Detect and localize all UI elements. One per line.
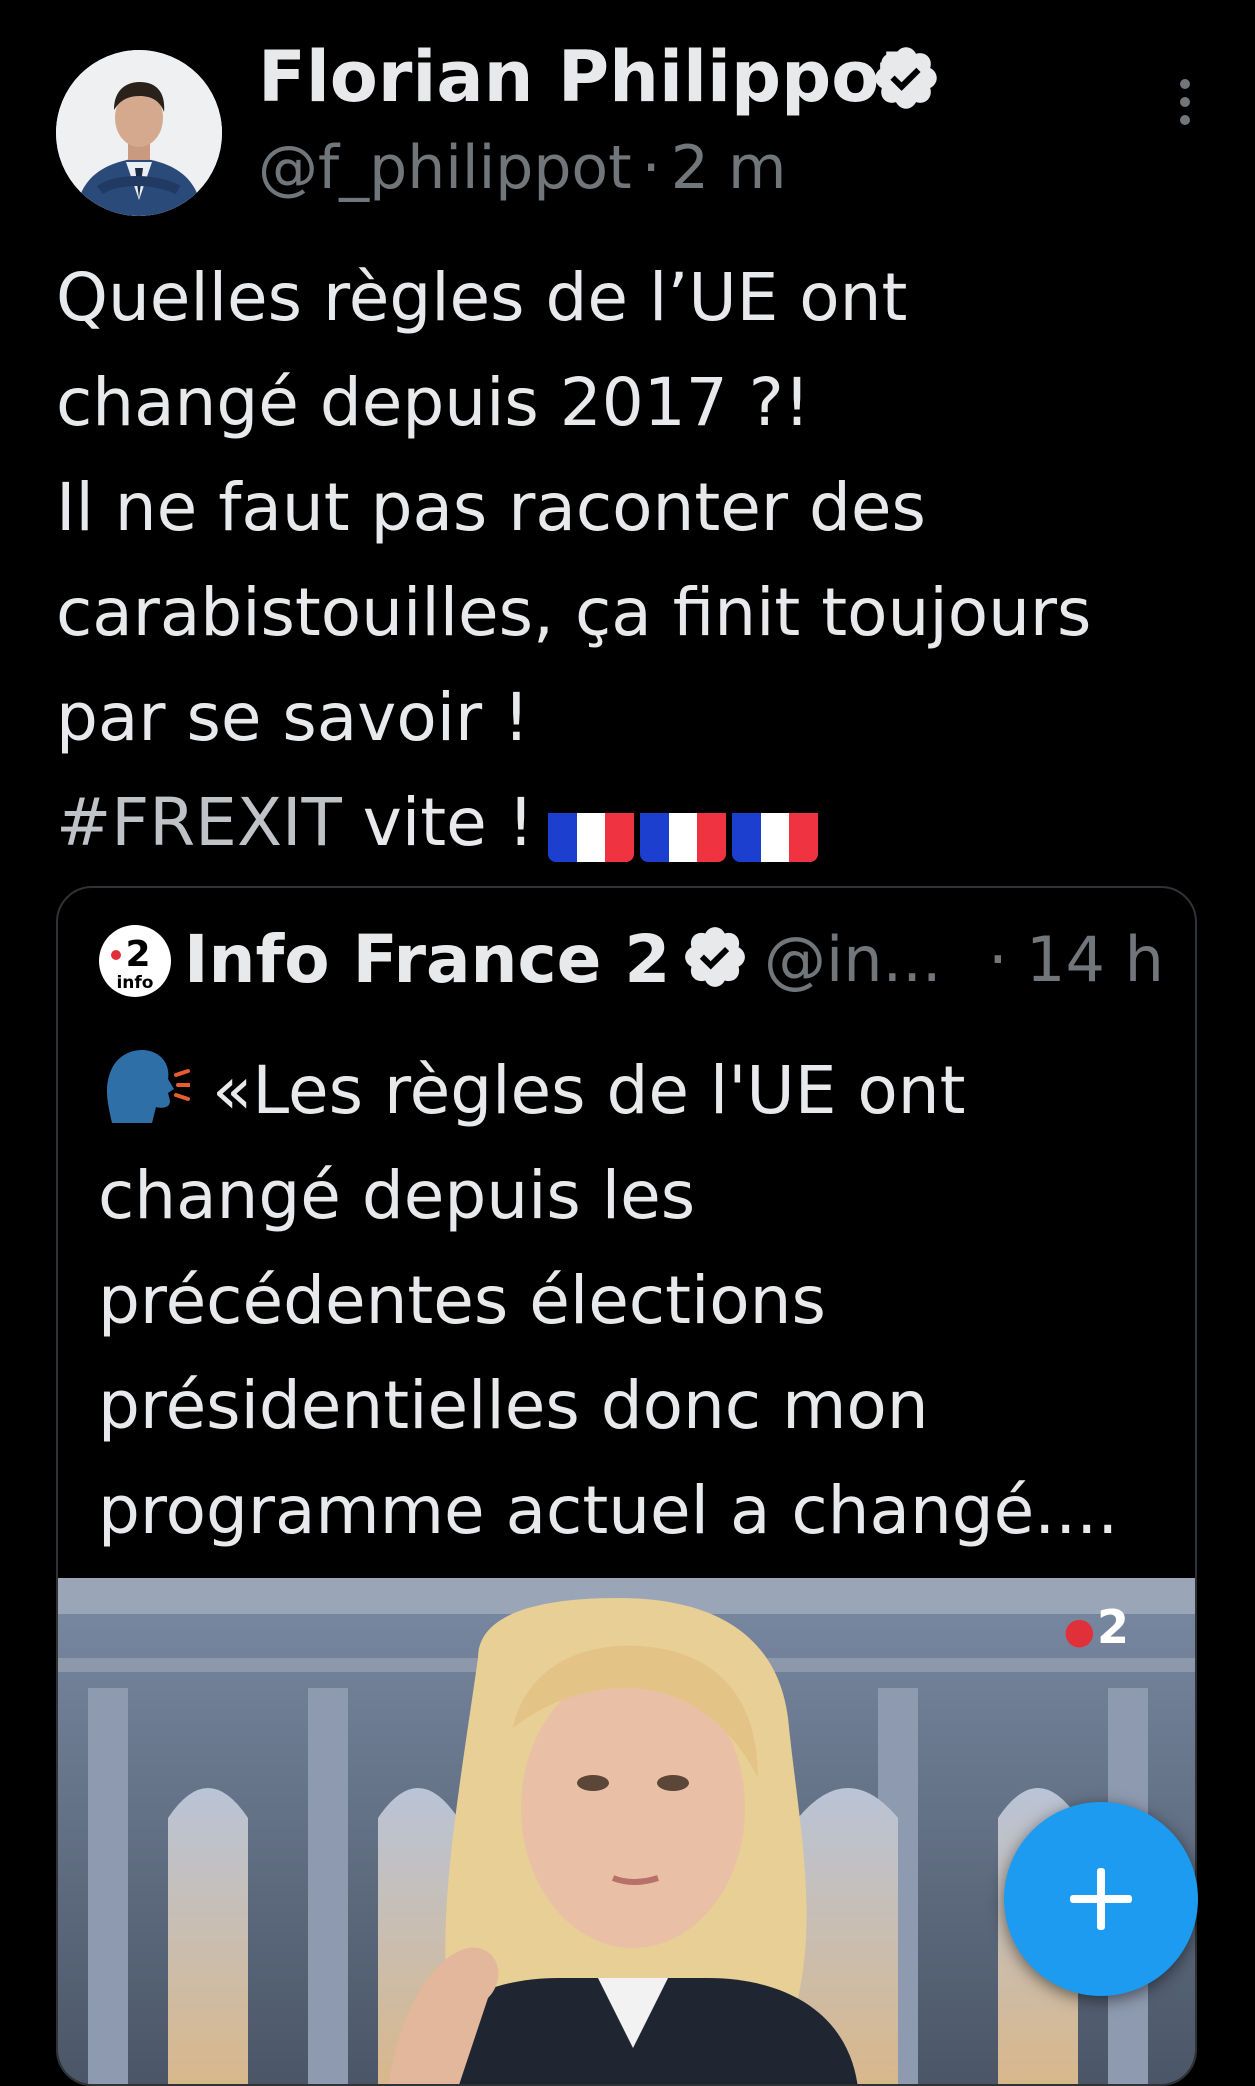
hashtag-suffix: vite ! (341, 784, 535, 861)
tweet: Florian Philippot @f_philippot · 2 m Quell… (0, 0, 1255, 2086)
verified-badge-icon (685, 927, 745, 987)
tweet-text-line: Il ne faut pas raconter des (56, 469, 926, 546)
tweet-text-line: Quelles règles de l’UE ont (56, 259, 908, 336)
tweet-text: Quelles règles de l’UE ont changé depuis… (56, 245, 1206, 879)
quoted-author-handle: @in... (764, 923, 942, 996)
quoted-text-line: changé depuis les (98, 1157, 696, 1234)
france-flag-icon (732, 800, 819, 863)
hashtag-link[interactable]: #FREXIT (56, 784, 342, 861)
author-meta: @f_philippot · 2 m (258, 128, 786, 208)
channel-badge: ●2 (1064, 1600, 1129, 1654)
info-france2-logo: 2 info (99, 925, 171, 997)
quoted-text-line: présidentielles donc mon (98, 1367, 929, 1444)
meta-separator: · (641, 133, 661, 203)
author-name[interactable]: Florian Philippot (258, 32, 913, 122)
author-avatar[interactable] (56, 50, 222, 216)
quoted-text-first: «Les règles de l'UE ont (212, 1052, 966, 1129)
badge-dot-icon: ● (1063, 1611, 1095, 1652)
plus-icon (1070, 1868, 1132, 1930)
badge-number: 2 (1096, 1600, 1129, 1654)
speaking-head-icon (106, 1049, 190, 1123)
quoted-text-line: «Les règles de l'UE ont (98, 1038, 1178, 1143)
compose-tweet-button[interactable] (1004, 1802, 1198, 1996)
more-options-icon[interactable] (1172, 78, 1198, 126)
tweet-hashtag-line: #FREXIT vite ! (56, 770, 1206, 879)
quoted-tweet-text: «Les règles de l'UE ont changé depuis le… (98, 1038, 1178, 1563)
france-flag-icon (640, 800, 727, 863)
logo-number: 2 (125, 934, 150, 975)
quoted-text-line: précédentes élections (98, 1262, 826, 1339)
quoted-media-image[interactable]: ●2 (58, 1578, 1195, 2084)
meta-separator: · (988, 923, 1008, 996)
quoted-text-line: programme actuel a changé.... (98, 1472, 1119, 1549)
verified-badge-icon (875, 47, 937, 109)
quoted-tweet-time: 14 h (1026, 923, 1164, 996)
tweet-time[interactable]: 2 m (671, 133, 787, 203)
flag-emojis (548, 774, 824, 879)
logo-sub: info (116, 973, 153, 993)
tweet-text-line: par se savoir ! (56, 679, 530, 756)
quoted-author-name: Info France 2 (184, 921, 671, 998)
tweet-text-line: changé depuis 2017 ?! (56, 364, 811, 441)
author-handle[interactable]: @f_philippot (258, 133, 632, 203)
france-flag-icon (548, 800, 635, 863)
tweet-text-line: carabistouilles, ça finit toujours (56, 574, 1092, 651)
